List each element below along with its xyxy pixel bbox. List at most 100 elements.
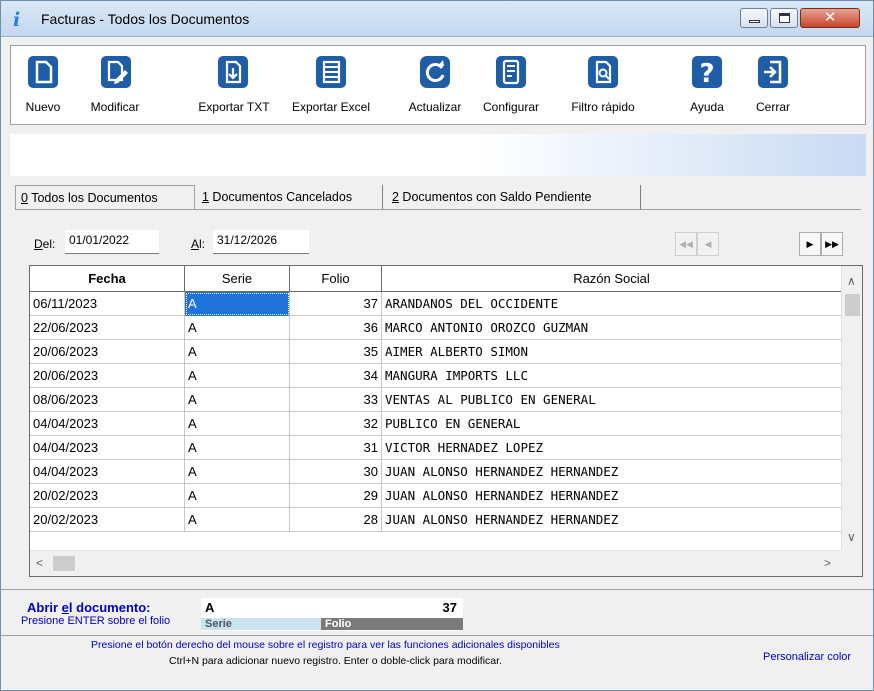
svg-text:?: ?: [699, 59, 714, 88]
cell-serie[interactable]: A: [185, 508, 290, 532]
cell-razon[interactable]: PUBLICO EN GENERAL: [382, 412, 841, 436]
table-row[interactable]: 04/04/2023 A 32 PUBLICO EN GENERAL: [30, 412, 841, 436]
open-document-field[interactable]: A 37 Serie Folio: [201, 598, 463, 631]
tab-documentos-cancelados[interactable]: 1 Documentos Cancelados: [197, 185, 383, 209]
cell-fecha[interactable]: 20/02/2023: [30, 508, 185, 532]
table-row[interactable]: 20/02/2023 A 28 JUAN ALONSO HERNANDEZ HERNA…: [30, 508, 841, 532]
cell-serie[interactable]: A: [185, 388, 290, 412]
tab-cancelados-label: Documentos Cancelados: [208, 190, 353, 204]
documents-grid[interactable]: Fecha Serie Folio Razón Social 06/11/202…: [29, 265, 863, 577]
cell-razon[interactable]: MANGURA IMPORTS LLC: [382, 364, 841, 388]
cell-fecha[interactable]: 20/02/2023: [30, 484, 185, 508]
prev-record-button[interactable]: ◀: [697, 232, 719, 256]
cell-serie[interactable]: A: [185, 340, 290, 364]
cell-folio[interactable]: 36: [290, 316, 382, 340]
scroll-left-icon[interactable]: <: [36, 556, 43, 570]
cell-fecha[interactable]: 08/06/2023: [30, 388, 185, 412]
nuevo-button[interactable]: Nuevo: [15, 56, 71, 122]
last-record-button[interactable]: ▶▶: [821, 232, 843, 256]
exit-door-icon: [758, 56, 788, 88]
cell-folio[interactable]: 28: [290, 508, 382, 532]
table-row[interactable]: 20/06/2023 A 35 AIMER ALBERTO SIMON: [30, 340, 841, 364]
cell-serie[interactable]: A: [185, 316, 290, 340]
nuevo-label: Nuevo: [25, 100, 61, 114]
cell-serie[interactable]: A: [185, 460, 290, 484]
title-bar[interactable]: i Facturas - Todos los Documentos ✕: [1, 1, 873, 37]
configurar-button[interactable]: Configurar: [475, 56, 547, 122]
open-serie-value[interactable]: A: [205, 600, 214, 615]
cell-razon[interactable]: JUAN ALONSO HERNANDEZ HERNANDEZ: [382, 508, 841, 532]
table-row[interactable]: 08/06/2023 A 33 VENTAS AL PUBLICO EN GENERA…: [30, 388, 841, 412]
cell-folio[interactable]: 34: [290, 364, 382, 388]
cell-serie[interactable]: A: [185, 364, 290, 388]
tab-panel-border: [15, 209, 861, 210]
cell-folio[interactable]: 35: [290, 340, 382, 364]
app-info-icon: i: [13, 9, 21, 31]
personalizar-color-link[interactable]: Personalizar color: [763, 651, 851, 663]
open-folio-value[interactable]: 37: [443, 600, 457, 615]
cell-fecha[interactable]: 04/04/2023: [30, 460, 185, 484]
col-header-razon-social[interactable]: Razón Social: [382, 266, 841, 291]
modificar-button[interactable]: Modificar: [75, 56, 155, 122]
cell-razon[interactable]: JUAN ALONSO HERNANDEZ HERNANDEZ: [382, 484, 841, 508]
ayuda-button[interactable]: ? Ayuda: [677, 56, 737, 122]
scroll-down-icon[interactable]: ∨: [847, 530, 856, 544]
filtro-rapido-button[interactable]: Filtro rápido: [557, 56, 649, 122]
next-record-button[interactable]: ▶: [799, 232, 821, 256]
cell-razon[interactable]: VENTAS AL PUBLICO EN GENERAL: [382, 388, 841, 412]
cell-folio[interactable]: 33: [290, 388, 382, 412]
table-row[interactable]: 20/06/2023 A 34 MANGURA IMPORTS LLC: [30, 364, 841, 388]
cell-razon[interactable]: JUAN ALONSO HERNANDEZ HERNANDEZ: [382, 460, 841, 484]
col-header-folio[interactable]: Folio: [290, 266, 382, 291]
fecha-al-input[interactable]: 31/12/2026: [213, 230, 309, 254]
table-row[interactable]: 04/04/2023 A 31 VICTOR HERNADEZ LOPEZ: [30, 436, 841, 460]
close-window-button[interactable]: ✕: [800, 8, 860, 28]
tab-saldo-shortcut: 2: [392, 190, 399, 204]
cell-folio[interactable]: 29: [290, 484, 382, 508]
cell-razon[interactable]: VICTOR HERNADEZ LOPEZ: [382, 436, 841, 460]
fecha-del-input[interactable]: 01/01/2022: [65, 230, 159, 254]
scroll-right-icon[interactable]: >: [824, 556, 831, 570]
horizontal-scrollbar[interactable]: < >: [30, 550, 841, 576]
cell-serie[interactable]: A: [185, 292, 290, 316]
table-row[interactable]: 22/06/2023 A 36 MARCO ANTONIO OROZCO GUZMAN: [30, 316, 841, 340]
cell-fecha[interactable]: 04/04/2023: [30, 436, 185, 460]
exportar-excel-button[interactable]: Exportar Excel: [283, 56, 379, 122]
table-row[interactable]: 04/04/2023 A 30 JUAN ALONSO HERNANDEZ HERNA…: [30, 460, 841, 484]
scroll-up-icon[interactable]: ∧: [847, 274, 856, 288]
cell-razon[interactable]: MARCO ANTONIO OROZCO GUZMAN: [382, 316, 841, 340]
minimize-button[interactable]: [740, 8, 768, 28]
tab-todos-documentos[interactable]: 0 Todos los Documentos: [15, 185, 195, 209]
export-excel-icon: [316, 56, 346, 88]
cell-folio[interactable]: 37: [290, 292, 382, 316]
exportar-txt-button[interactable]: Exportar TXT: [188, 56, 280, 122]
vertical-scrollbar[interactable]: ∧ ∨: [841, 266, 862, 550]
cell-serie[interactable]: A: [185, 412, 290, 436]
maximize-button[interactable]: [770, 8, 798, 28]
cell-fecha[interactable]: 20/06/2023: [30, 340, 185, 364]
cell-fecha[interactable]: 20/06/2023: [30, 364, 185, 388]
cell-razon[interactable]: AIMER ALBERTO SIMON: [382, 340, 841, 364]
col-header-fecha[interactable]: Fecha: [30, 266, 185, 291]
cerrar-button[interactable]: Cerrar: [745, 56, 801, 122]
first-record-button[interactable]: ◀◀: [675, 232, 697, 256]
cell-folio[interactable]: 30: [290, 460, 382, 484]
cell-razon[interactable]: ARANDANOS DEL OCCIDENTE: [382, 292, 841, 316]
col-header-serie[interactable]: Serie: [185, 266, 290, 291]
cell-serie[interactable]: A: [185, 484, 290, 508]
bottom-separator: [1, 589, 873, 590]
table-row[interactable]: 06/11/2023 A 37 ARANDANOS DEL OCCIDENTE: [30, 292, 841, 316]
cell-serie[interactable]: A: [185, 436, 290, 460]
horizontal-scroll-thumb[interactable]: [53, 556, 75, 571]
refresh-icon: [420, 56, 450, 88]
cell-fecha[interactable]: 04/04/2023: [30, 412, 185, 436]
vertical-scroll-thumb[interactable]: [845, 294, 860, 316]
table-row[interactable]: 20/02/2023 A 29 JUAN ALONSO HERNANDEZ HERNA…: [30, 484, 841, 508]
actualizar-button[interactable]: Actualizar: [399, 56, 471, 122]
cell-fecha[interactable]: 06/11/2023: [30, 292, 185, 316]
cell-folio[interactable]: 31: [290, 436, 382, 460]
cell-folio[interactable]: 32: [290, 412, 382, 436]
tab-saldo-pendiente[interactable]: 2 Documentos con Saldo Pendiente: [387, 185, 641, 209]
cell-fecha[interactable]: 22/06/2023: [30, 316, 185, 340]
exportar-txt-label: Exportar TXT: [198, 100, 270, 114]
